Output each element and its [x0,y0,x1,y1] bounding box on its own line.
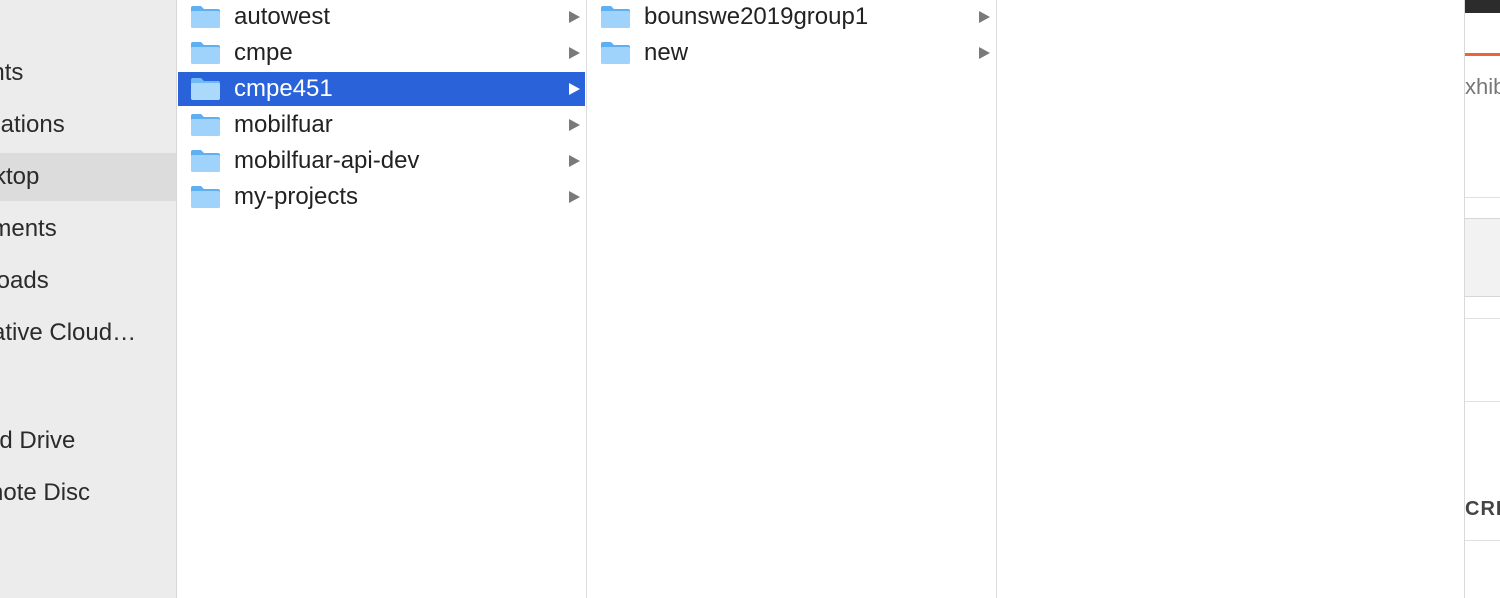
sidebar-item-label: lications [0,111,65,138]
finder-sidebar: ents lications ktop uments nloads ative … [0,0,177,598]
folder-icon [601,42,630,64]
sidebar-item-label: ative Cloud… [0,319,137,346]
folder-name: my-projects [234,183,359,210]
browser-column-1: autowest cmpe cmpe451 mobilfuar mobilfua… [177,0,587,598]
folder-name: bounswe2019group1 [644,3,869,30]
list-item[interactable]: bounswe2019group1 [588,0,995,34]
list-item[interactable]: mobilfuar [178,108,585,142]
sidebar-item-documents[interactable]: uments [0,205,176,253]
background-browser-window[interactable]: xhib CRI [1464,0,1500,598]
browser-column-3[interactable] [997,0,1464,598]
folder-name: new [644,39,689,66]
background-panel [1465,218,1500,297]
background-heading: CRI [1465,498,1500,520]
folder-name: cmpe451 [234,75,333,102]
sidebar-item-creative-cloud[interactable]: ative Cloud… [0,309,176,357]
disclosure-triangle-icon [979,47,990,59]
list-item[interactable]: autowest [178,0,585,34]
background-text: xhib [1465,74,1500,99]
folder-icon [191,42,220,64]
sidebar-item-recents[interactable]: ents [0,49,176,97]
disclosure-triangle-icon [569,11,580,23]
divider [1465,401,1500,402]
list-item[interactable]: cmpe [178,36,585,70]
disclosure-triangle-icon [569,119,580,131]
folder-icon [191,6,220,28]
folder-icon [191,150,220,172]
divider [1465,540,1500,541]
disclosure-triangle-icon [569,47,580,59]
list-item[interactable]: new [588,36,995,70]
browser-toolbar [1465,0,1500,13]
accent-underline [1465,53,1500,56]
disclosure-triangle-icon [569,155,580,167]
disclosure-triangle-icon [979,11,990,23]
sidebar-item-label: ents [0,59,24,86]
browser-column-2: bounswe2019group1 new [587,0,997,598]
sidebar-item-desktop[interactable]: ktop [0,153,176,201]
finder-window: ents lications ktop uments nloads ative … [0,0,1500,598]
list-item[interactable]: mobilfuar-api-dev [178,144,585,178]
disclosure-triangle-icon [569,83,580,95]
sidebar-item-downloads[interactable]: nloads [0,257,176,305]
sidebar-item-icloud-drive[interactable]: ud Drive [0,417,176,465]
sidebar-item-applications[interactable]: lications [0,101,176,149]
sidebar-item-label: uments [0,215,57,242]
folder-icon [191,78,220,100]
folder-name: cmpe [234,39,293,66]
disclosure-triangle-icon [569,191,580,203]
sidebar-item-remote-disc[interactable]: note Disc [0,469,176,517]
sidebar-item-label: ktop [0,163,40,190]
divider [1465,197,1500,198]
folder-icon [191,186,220,208]
folder-name: autowest [234,3,331,30]
sidebar-item-label: nloads [0,267,49,294]
list-item[interactable]: my-projects [178,180,585,214]
sidebar-item-label: note Disc [0,479,91,506]
sidebar-item-label: ud Drive [0,427,76,454]
folder-name: mobilfuar-api-dev [234,147,420,174]
folder-icon [191,114,220,136]
divider [1465,318,1500,319]
list-item-selected[interactable]: cmpe451 [178,72,585,106]
folder-name: mobilfuar [234,111,333,138]
folder-icon [601,6,630,28]
